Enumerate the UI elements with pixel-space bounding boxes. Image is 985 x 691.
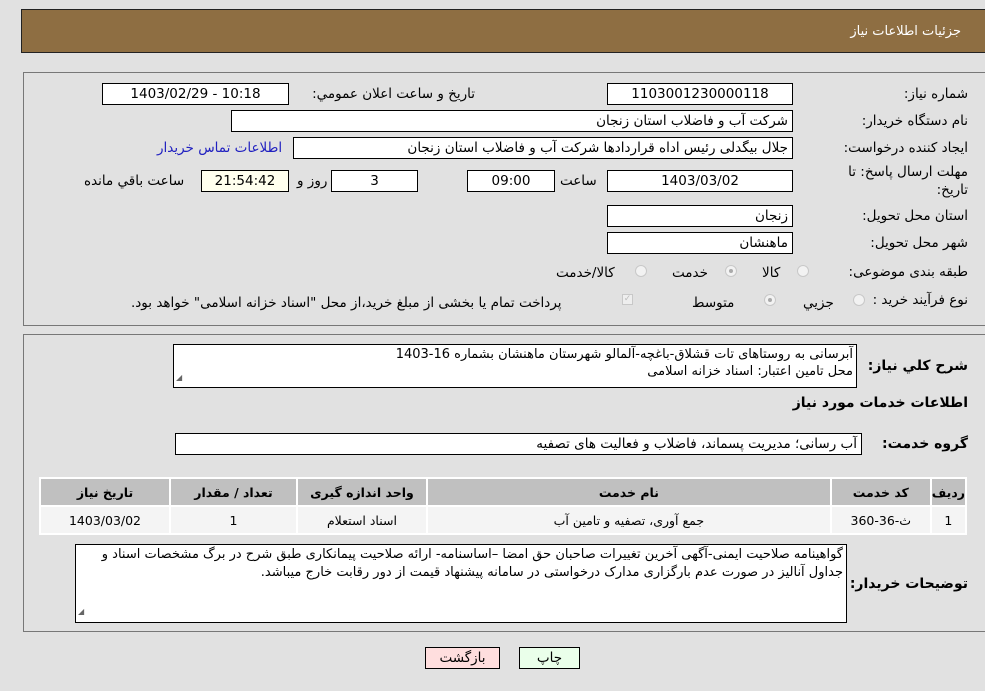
need-number-label: شماره نياز: bbox=[903, 86, 968, 102]
buyer-notes-label: توضيحات خريدار: bbox=[849, 576, 968, 592]
deadline-date-field: 1403/03/02 bbox=[607, 170, 793, 192]
remaining-time-label: ساعت باقي مانده bbox=[84, 173, 185, 189]
deadline-label: مهلت ارسال پاسخ: تا bbox=[848, 164, 968, 180]
buyer-notes-textarea[interactable]: گواهينامه صلاحيت ايمنی-آگهی آخرين تغييرا… bbox=[75, 544, 847, 623]
requester-label: ايجاد کننده درخواست: bbox=[843, 140, 968, 156]
process-type-label: نوع فرآيند خريد : bbox=[872, 292, 968, 308]
category-label: طبقه بندی موضوعی: bbox=[848, 264, 968, 280]
deadline-time-field: 09:00 bbox=[467, 170, 555, 192]
process-option-medium: متوسط bbox=[692, 295, 735, 311]
col-service-name: نام خدمت bbox=[427, 479, 830, 505]
remaining-time-field: 21:54:42 bbox=[201, 170, 289, 192]
process-option-minor: جزيي bbox=[803, 295, 834, 311]
deadline-label-2: تاريخ: bbox=[936, 182, 968, 198]
services-heading: اطلاعات خدمات مورد نياز bbox=[792, 395, 968, 411]
announce-datetime-label: تاريخ و ساعت اعلان عمومي: bbox=[312, 86, 475, 102]
province-field: زنجان bbox=[607, 205, 793, 227]
col-service-code: کد خدمت bbox=[831, 479, 930, 505]
col-row-number: رديف bbox=[931, 479, 965, 505]
services-table: رديف کد خدمت نام خدمت واحد اندازه گيری ت… bbox=[39, 477, 967, 535]
description-label: شرح کلي نياز: bbox=[867, 358, 968, 374]
col-need-date: تاريخ نياز bbox=[41, 479, 169, 505]
category-radio-service[interactable] bbox=[725, 265, 737, 277]
cell-service-code: ث-36-360 bbox=[831, 507, 930, 533]
treasury-checkbox[interactable]: ✓ bbox=[622, 294, 633, 305]
days-label: روز و bbox=[297, 173, 328, 189]
buyer-notes-text: گواهينامه صلاحيت ايمنی-آگهی آخرين تغييرا… bbox=[101, 547, 843, 580]
need-number-field: 1103001230000118 bbox=[607, 83, 793, 105]
category-option-service: خدمت bbox=[672, 265, 708, 281]
buyer-contact-link[interactable]: اطلاعات تماس خريدار bbox=[157, 140, 282, 156]
process-radio-medium[interactable] bbox=[764, 294, 776, 306]
category-radio-goods-service[interactable] bbox=[635, 265, 647, 277]
resize-grip-icon[interactable]: ◢ bbox=[176, 369, 182, 386]
deadline-time-label: ساعت bbox=[560, 173, 597, 189]
resize-grip-icon[interactable]: ◢ bbox=[78, 603, 84, 621]
buyer-org-field: شرکت آب و فاضلاب استان زنجان bbox=[231, 110, 793, 132]
province-label: استان محل تحويل: bbox=[862, 208, 968, 224]
back-button[interactable]: بازگشت bbox=[425, 647, 500, 669]
buyer-org-label: نام دستگاه خريدار: bbox=[861, 113, 968, 129]
description-textarea[interactable]: آبرسانی به روستاهای تات قشلاق-باغچه-آلما… bbox=[173, 344, 857, 388]
table-header-row: رديف کد خدمت نام خدمت واحد اندازه گيری ت… bbox=[41, 479, 965, 505]
treasury-checkbox-label: پرداخت تمام يا بخشی از مبلغ خريد،از محل … bbox=[131, 295, 562, 311]
page-header: جزئيات اطلاعات نياز bbox=[21, 9, 985, 53]
announce-datetime-field: 1403/02/29 - 10:18 bbox=[102, 83, 289, 105]
service-group-label: گروه خدمت: bbox=[882, 436, 968, 452]
cell-need-date: 1403/03/02 bbox=[41, 507, 169, 533]
col-unit: واحد اندازه گيری bbox=[297, 479, 426, 505]
cell-unit: اسناد استعلام bbox=[297, 507, 426, 533]
category-radio-goods[interactable] bbox=[797, 265, 809, 277]
description-line-2: محل تامين اعتبار: اسناد خزانه اسلامی bbox=[647, 364, 853, 379]
table-row: 1 ث-36-360 جمع آوری، تصفيه و تامين آب اس… bbox=[41, 507, 965, 533]
cell-service-name: جمع آوری، تصفيه و تامين آب bbox=[427, 507, 830, 533]
col-quantity: تعداد / مقدار bbox=[171, 479, 296, 505]
description-line-1: آبرسانی به روستاهای تات قشلاق-باغچه-آلما… bbox=[395, 347, 853, 362]
city-label: شهر محل تحويل: bbox=[870, 235, 968, 251]
category-option-goods-service: کالا/خدمت bbox=[556, 265, 615, 281]
print-button[interactable]: چاپ bbox=[519, 647, 580, 669]
page-title: جزئيات اطلاعات نياز bbox=[850, 24, 961, 39]
requester-field: جلال بيگدلی رئيس اداه قراردادها شرکت آب … bbox=[293, 137, 793, 159]
cell-row-number: 1 bbox=[931, 507, 965, 533]
service-group-field: آب رسانی؛ مديريت پسماند، فاضلاب و فعاليت… bbox=[175, 433, 862, 455]
process-radio-minor[interactable] bbox=[853, 294, 865, 306]
cell-quantity: 1 bbox=[171, 507, 296, 533]
category-option-goods: کالا bbox=[762, 265, 781, 281]
city-field: ماهنشان bbox=[607, 232, 793, 254]
remaining-days-field: 3 bbox=[331, 170, 418, 192]
